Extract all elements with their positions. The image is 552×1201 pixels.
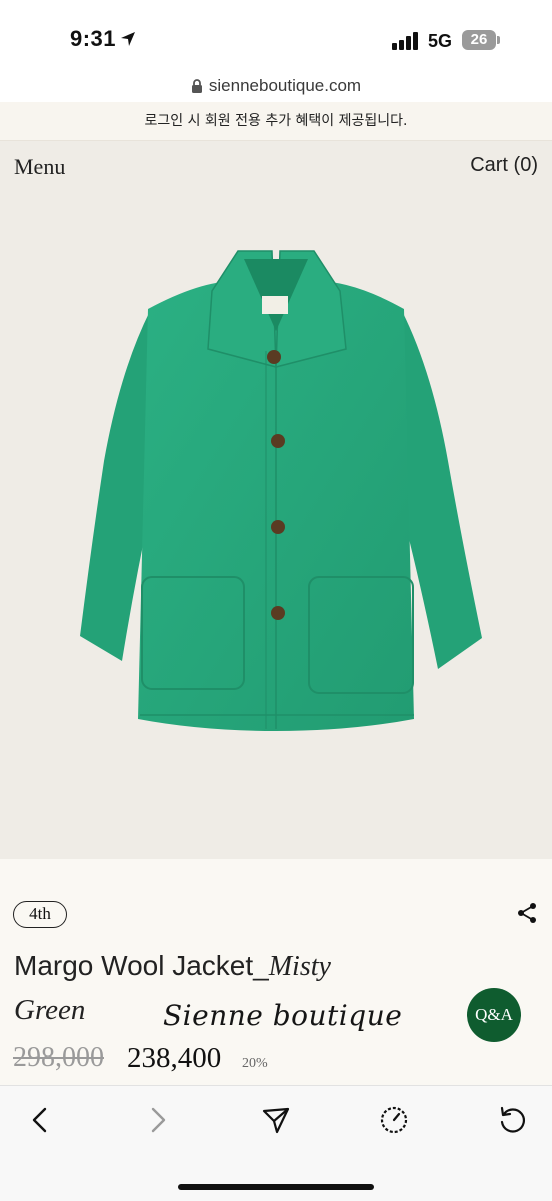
url-domain: sienneboutique.com	[208, 76, 362, 95]
forward-button[interactable]	[138, 1100, 178, 1140]
cart-button[interactable]: Cart (0)	[470, 154, 538, 177]
history-icon	[380, 1106, 408, 1134]
product-title-plain: Margo Wool Jacket_	[14, 950, 269, 981]
network-type: 5G	[428, 31, 453, 51]
product-title-color-1: Misty	[268, 951, 331, 982]
send-icon	[262, 1107, 290, 1134]
product-title: Margo Wool Jacket_Misty	[14, 950, 331, 983]
promo-banner: 로그인 시 회원 전용 추가 혜택이 제공됩니다.	[0, 102, 552, 141]
product-title-color-2: Green	[14, 994, 86, 1026]
battery-icon: 26	[462, 30, 496, 50]
cellular-signal-icon	[392, 32, 418, 50]
original-price: 298,000	[13, 1042, 104, 1073]
sale-price: 238,400	[127, 1042, 222, 1074]
back-icon	[32, 1107, 47, 1133]
product-image[interactable]	[0, 141, 552, 859]
qa-button[interactable]: Q&A	[467, 988, 521, 1042]
status-time: 9:31	[70, 26, 117, 51]
history-button[interactable]	[374, 1100, 414, 1140]
url-bar[interactable]: sienneboutique.com	[0, 72, 552, 102]
location-arrow-icon	[121, 32, 135, 46]
reload-icon	[500, 1106, 525, 1133]
signature-watermark: Sienne boutique	[163, 999, 403, 1032]
reload-button[interactable]	[492, 1100, 532, 1140]
back-button[interactable]	[20, 1100, 60, 1140]
menu-button[interactable]: Menu	[14, 154, 65, 180]
share-button[interactable]	[256, 1100, 296, 1140]
share-icon[interactable]	[516, 902, 538, 924]
battery-nub	[497, 36, 500, 44]
lock-icon	[191, 78, 202, 93]
edition-badge: 4th	[13, 901, 67, 928]
discount-rate: 20%	[242, 1056, 268, 1071]
forward-icon	[151, 1107, 166, 1133]
jacket-illustration	[80, 250, 482, 731]
home-indicator	[178, 1184, 374, 1190]
